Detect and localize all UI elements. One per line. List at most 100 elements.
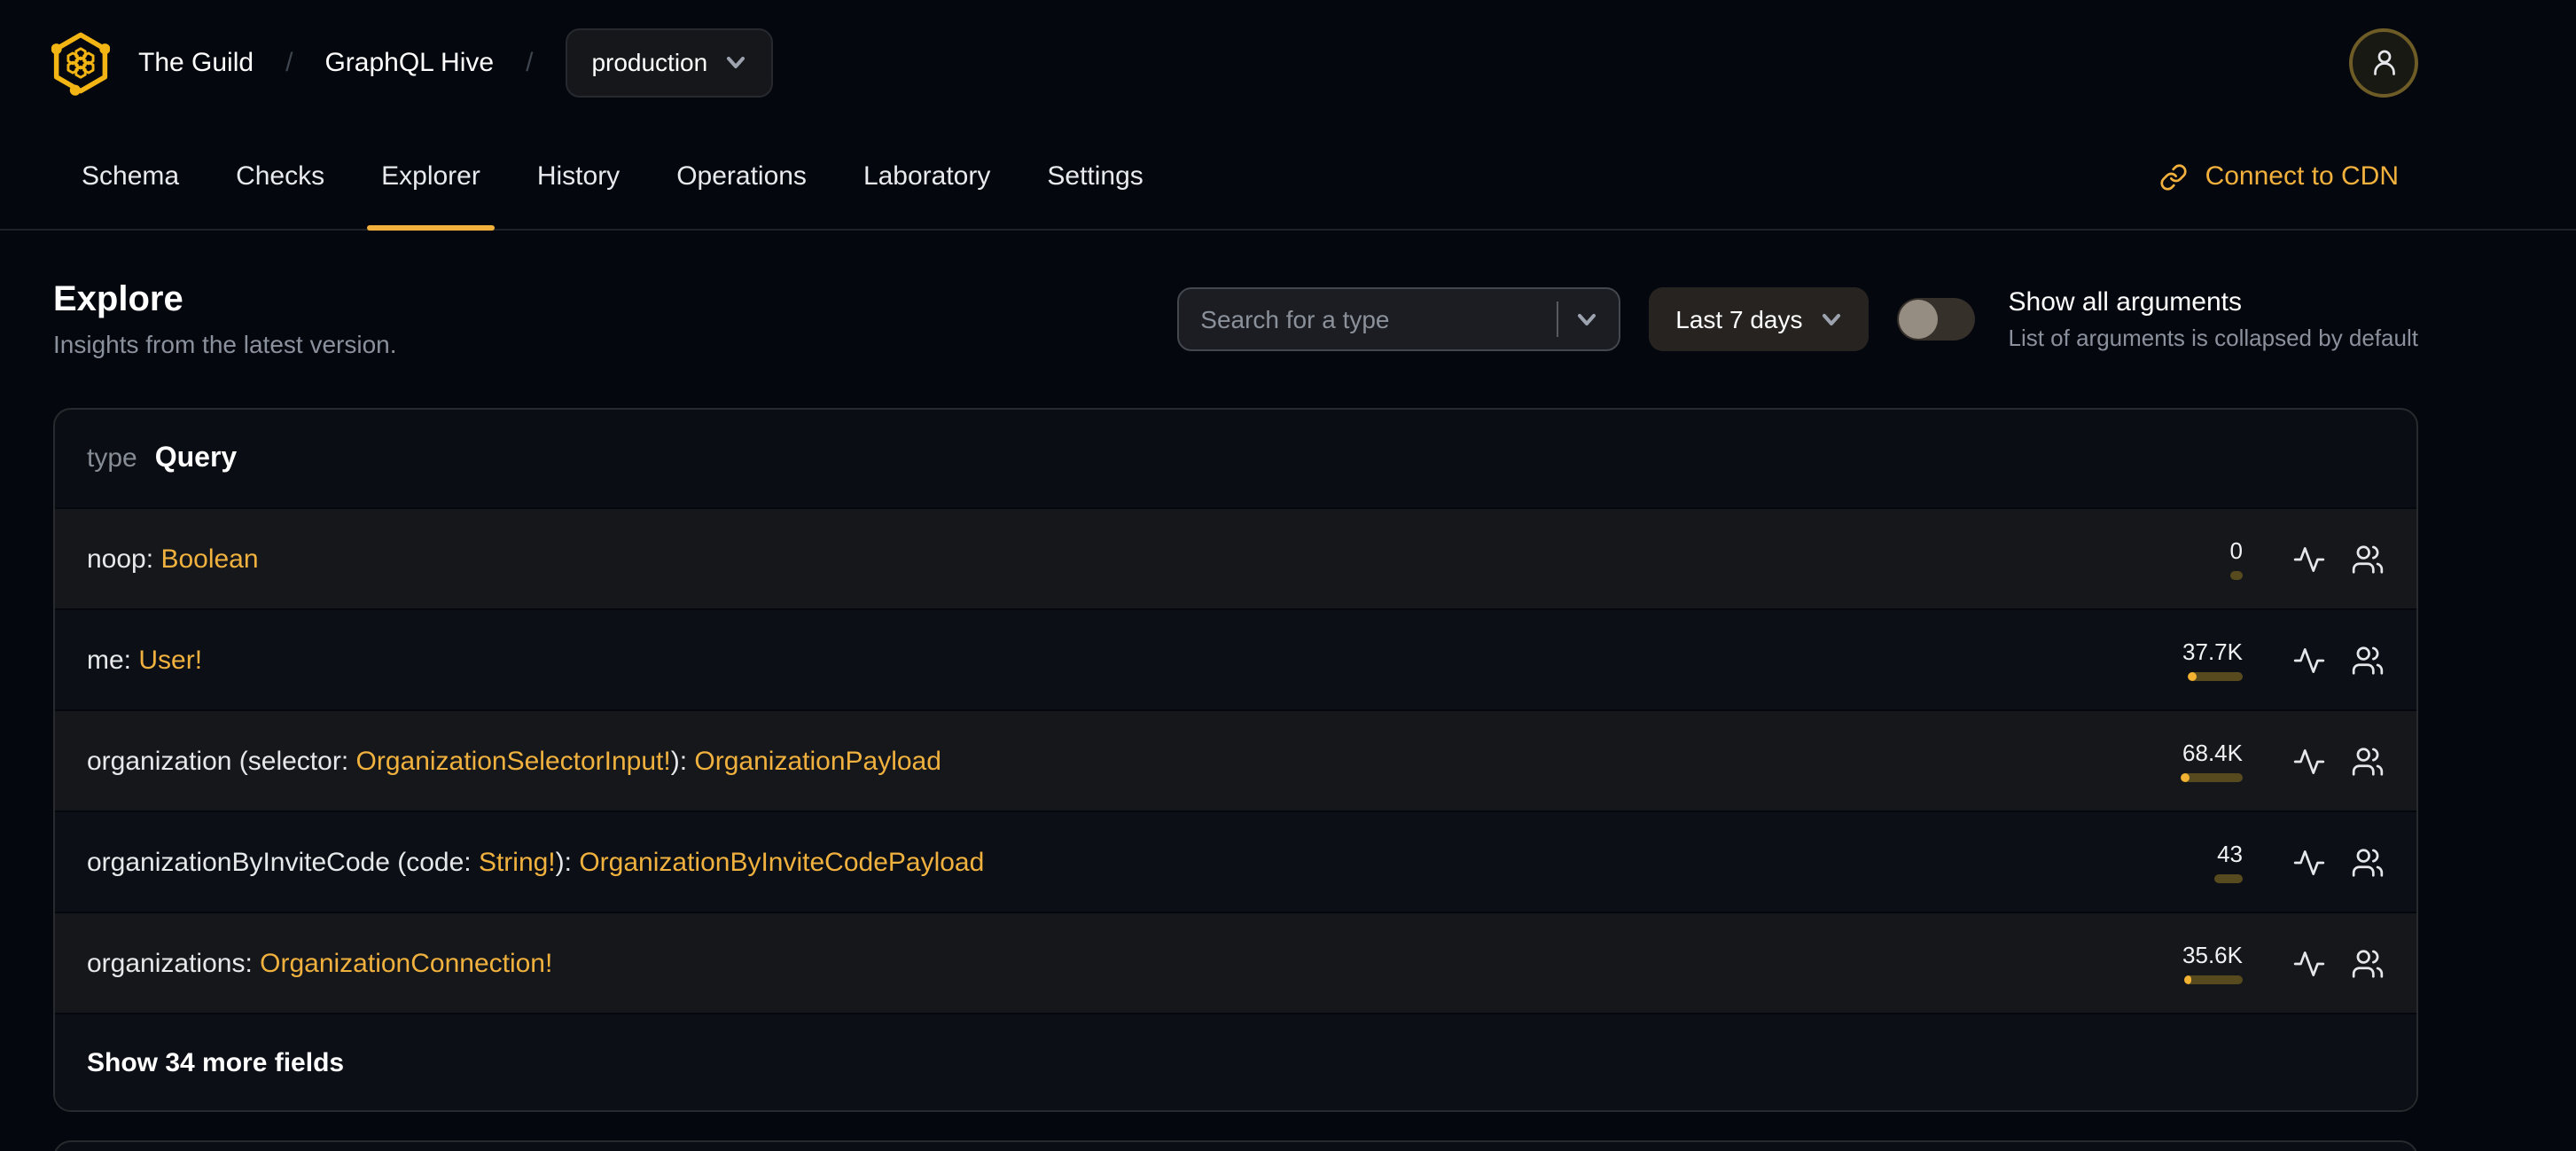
combobox-divider — [1557, 301, 1559, 336]
usage-stat: 35.6K — [2158, 943, 2243, 984]
show-arguments-toggle[interactable] — [1896, 297, 1975, 340]
field-stats: 68.4K — [2158, 740, 2385, 782]
show-more-button[interactable]: Show 34 more fields — [55, 1013, 2416, 1110]
breadcrumb: The Guild / GraphQL Hive / production — [138, 27, 774, 97]
usage-stat: 0 — [2158, 538, 2243, 580]
next-type-card-partial — [53, 1140, 2418, 1151]
activity-icon[interactable] — [2292, 845, 2326, 879]
type-link[interactable]: String! — [479, 847, 556, 877]
usage-count: 37.7K — [2182, 638, 2243, 666]
tab-history[interactable]: History — [509, 124, 648, 229]
activity-icon[interactable] — [2292, 744, 2326, 778]
field-row[interactable]: noop: Boolean 0 — [55, 507, 2416, 608]
toggle-knob — [1898, 299, 1938, 338]
target-selector[interactable]: production — [565, 27, 774, 97]
tab-label: Checks — [236, 161, 325, 192]
tab-label: Explorer — [381, 161, 480, 192]
tabs: Schema Checks Explorer History Operations Lab… — [53, 124, 1172, 231]
chevron-down-icon — [1822, 313, 1840, 325]
usage-bar — [2188, 672, 2243, 681]
tab-label: Laboratory — [863, 161, 991, 192]
breadcrumb-org[interactable]: The Guild — [138, 47, 254, 77]
graphql-hive-app: The Guild / GraphQL Hive / production Sc… — [0, 0, 2576, 1151]
tab-schema[interactable]: Schema — [53, 124, 207, 229]
field-row[interactable]: me: User! 37.7K — [55, 608, 2416, 709]
period-select-value: Last 7 days — [1675, 304, 1803, 333]
field-row[interactable]: organizations: OrganizationConnection! 35… — [55, 912, 2416, 1013]
field-row[interactable]: organizationByInviteCode (code: String!)… — [55, 810, 2416, 912]
page-title: Explore — [53, 280, 183, 319]
toggle-labels: Show all arguments List of arguments is … — [2009, 286, 2419, 350]
type-link[interactable]: User! — [138, 645, 202, 675]
users-icon[interactable] — [2351, 542, 2385, 576]
usage-bar — [2181, 773, 2243, 782]
field-signature: me: User! — [87, 645, 2158, 675]
usage-count: 68.4K — [2182, 740, 2243, 767]
type-card: type Query noop: Boolean 0 me: User! 37.7K… — [53, 408, 2418, 1112]
type-name[interactable]: Query — [155, 442, 238, 474]
page-head: Explore Insights from the latest version… — [53, 278, 397, 358]
activity-icon[interactable] — [2292, 542, 2326, 576]
usage-stat: 43 — [2158, 842, 2243, 883]
field-text: ): — [555, 847, 580, 877]
target-selector-value: production — [591, 48, 708, 76]
field-stats: 35.6K — [2158, 943, 2385, 984]
tab-label: Settings — [1047, 161, 1144, 192]
connect-cdn-link[interactable]: Connect to CDN — [2159, 161, 2399, 192]
tab-label: History — [536, 161, 621, 192]
tab-label: Operations — [676, 161, 807, 192]
usage-bar-fill — [2184, 975, 2191, 984]
field-text: me: — [87, 645, 139, 675]
field-signature: organizations: OrganizationConnection! — [87, 948, 2158, 978]
type-link[interactable]: OrganizationConnection! — [260, 948, 552, 978]
tab-bar: Schema Checks Explorer History Operations Lab… — [0, 124, 2576, 231]
users-icon[interactable] — [2351, 744, 2385, 778]
breadcrumb-separator: / — [526, 47, 534, 77]
tab-explorer[interactable]: Explorer — [353, 124, 509, 231]
user-avatar-button[interactable] — [2349, 27, 2418, 97]
tab-laboratory[interactable]: Laboratory — [835, 124, 1019, 229]
field-text: noop: — [87, 544, 161, 574]
field-text: organization (selector: — [87, 746, 356, 776]
usage-bar — [2184, 975, 2243, 984]
users-icon[interactable] — [2351, 946, 2385, 980]
tab-operations[interactable]: Operations — [648, 124, 835, 229]
hive-logo-icon[interactable] — [51, 29, 110, 95]
type-kind-label: type — [87, 443, 137, 474]
explore-toolbar: Explore Insights from the latest version… — [53, 278, 2418, 358]
type-link[interactable]: OrganizationByInviteCodePayload — [579, 847, 984, 877]
type-link[interactable]: OrganizationSelectorInput! — [356, 746, 671, 776]
breadcrumb-project[interactable]: GraphQL Hive — [324, 47, 494, 77]
tab-checks[interactable]: Checks — [207, 124, 353, 229]
app-header: The Guild / GraphQL Hive / production — [0, 0, 2576, 124]
activity-icon[interactable] — [2292, 946, 2326, 980]
period-select[interactable]: Last 7 days — [1649, 286, 1869, 350]
type-link[interactable]: OrganizationPayload — [694, 746, 941, 776]
toggle-label: Show all arguments — [2008, 286, 2242, 317]
field-row[interactable]: organization (selector: OrganizationSele… — [55, 709, 2416, 810]
usage-bar-fill — [2188, 672, 2197, 681]
chevron-down-icon — [1578, 313, 1596, 325]
usage-count: 35.6K — [2182, 942, 2243, 969]
tab-settings[interactable]: Settings — [1019, 124, 1171, 229]
users-icon[interactable] — [2351, 643, 2385, 677]
usage-bar-fill — [2181, 773, 2190, 782]
users-icon[interactable] — [2351, 845, 2385, 879]
person-icon — [2373, 50, 2394, 75]
link-icon — [2160, 163, 2187, 190]
field-stats: 43 — [2158, 842, 2385, 883]
field-text: ): — [670, 746, 695, 776]
field-rows: noop: Boolean 0 me: User! 37.7K organizati… — [55, 507, 2416, 1013]
breadcrumb-separator: / — [285, 47, 293, 77]
usage-bar — [2214, 874, 2243, 883]
usage-stat: 37.7K — [2158, 639, 2243, 681]
type-search-combobox[interactable]: Search for a type — [1177, 286, 1621, 350]
usage-stat: 68.4K — [2158, 740, 2243, 782]
type-search-placeholder: Search for a type — [1200, 304, 1390, 333]
field-stats: 0 — [2158, 538, 2385, 580]
usage-count: 0 — [2229, 537, 2243, 565]
activity-icon[interactable] — [2292, 643, 2326, 677]
type-link[interactable]: Boolean — [160, 544, 258, 574]
toggle-description: List of arguments is collapsed by defaul… — [2008, 324, 2419, 350]
tab-label: Schema — [82, 161, 180, 192]
